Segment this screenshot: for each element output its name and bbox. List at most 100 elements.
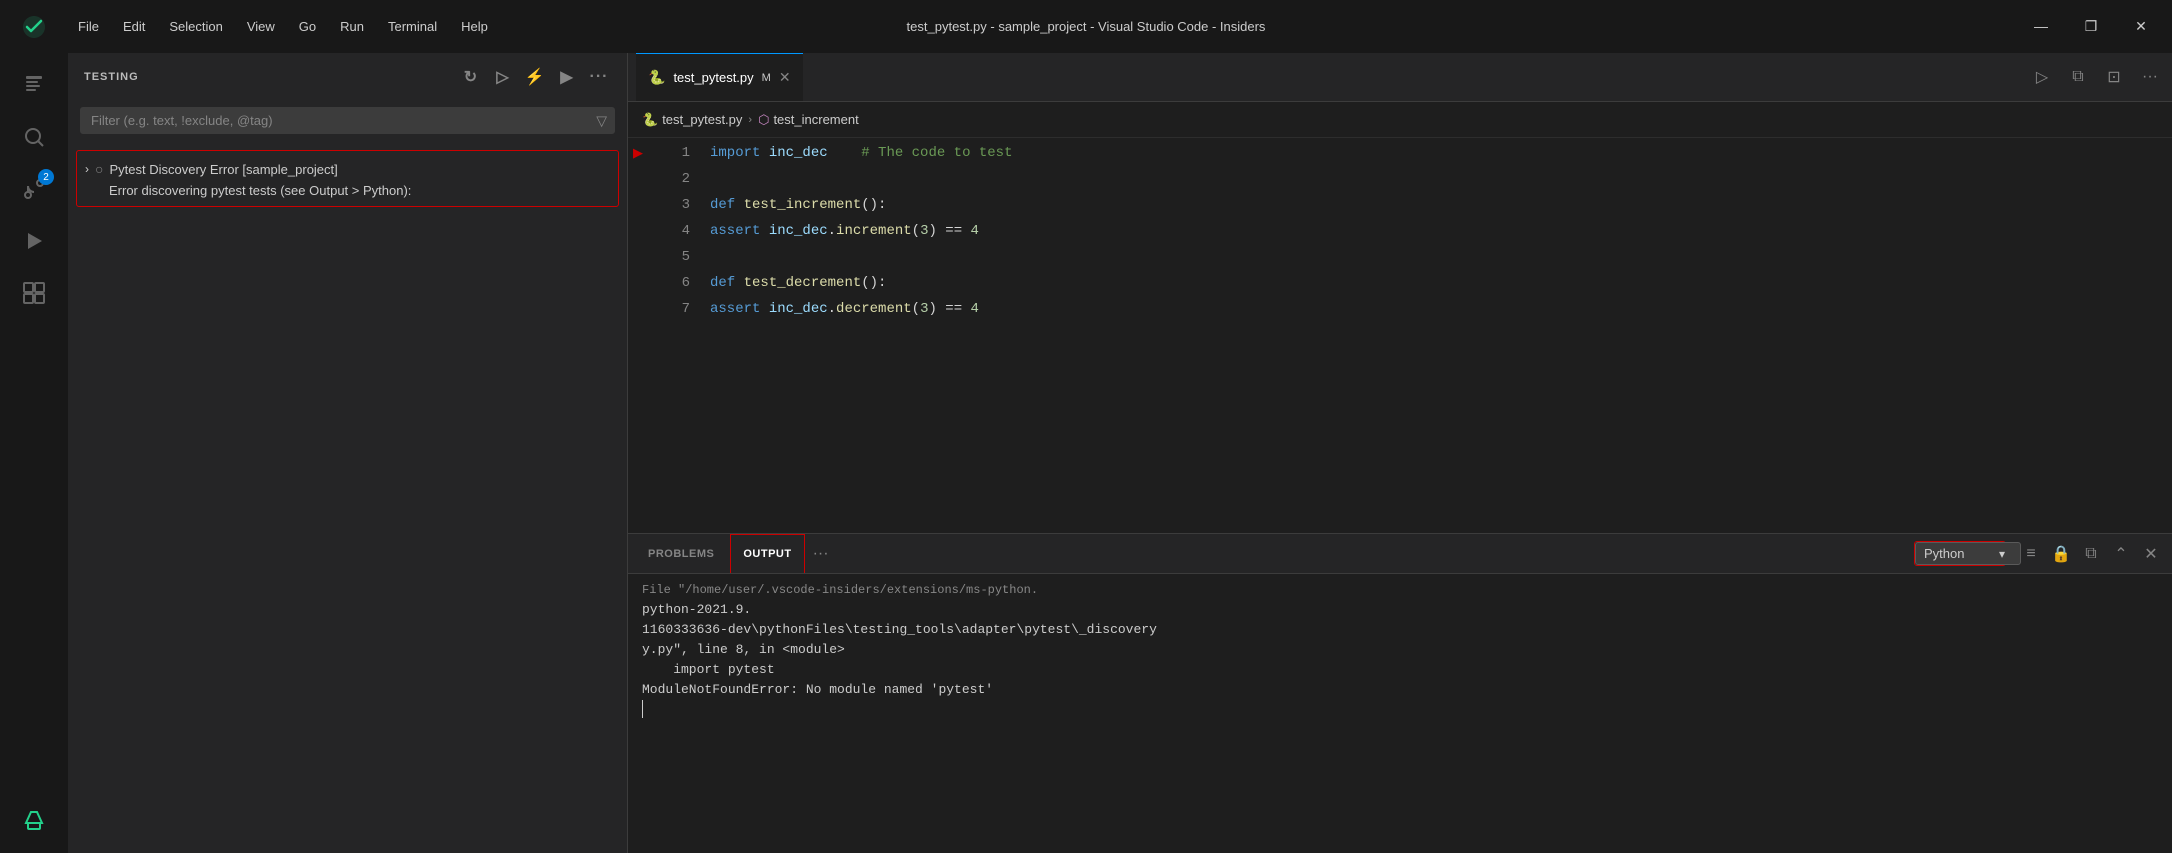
line-num-6: 6: [648, 270, 690, 296]
sidebar-testing: TESTING ↻ ▷ ⚡ ▶ ··· ▽ › ○ Pytest Discove…: [68, 53, 628, 853]
panel-clear-button[interactable]: ≡: [2018, 541, 2044, 567]
panel-close-button[interactable]: ✕: [2138, 541, 2164, 567]
panel-output-content: File "/home/user/.vscode-insiders/extens…: [628, 574, 2172, 853]
source-control-badge: 2: [38, 169, 54, 185]
tab-test-pytest[interactable]: 🐍 test_pytest.py M ✕: [636, 53, 803, 101]
test-error-item[interactable]: › ○ Pytest Discovery Error [sample_proje…: [77, 157, 618, 181]
test-tree: › ○ Pytest Discovery Error [sample_proje…: [68, 140, 627, 853]
activity-run-debug[interactable]: [10, 217, 58, 265]
gutter-line-2: [628, 166, 648, 192]
tab-close-button[interactable]: ✕: [779, 69, 791, 86]
sidebar-actions: ↻ ▷ ⚡ ▶ ···: [459, 65, 611, 89]
tab-output[interactable]: OUTPUT: [730, 534, 804, 573]
activity-extensions[interactable]: [10, 269, 58, 317]
tab-filename: test_pytest.py: [673, 70, 753, 85]
menu-edit[interactable]: Edit: [113, 15, 155, 38]
app-logo: [16, 9, 52, 45]
debug-tests-button[interactable]: ⚡: [523, 65, 547, 89]
more-actions-button[interactable]: ···: [587, 65, 611, 89]
activity-testing[interactable]: [10, 797, 58, 845]
breadcrumb-separator: ›: [748, 114, 752, 126]
code-line-3: def test_increment():: [710, 192, 2172, 218]
refresh-tests-button[interactable]: ↻: [459, 65, 483, 89]
code-line-4: assert inc_dec.increment(3) == 4: [710, 218, 2172, 244]
split-editor-button[interactable]: ⧉: [2064, 63, 2092, 91]
code-editor[interactable]: ▶ 1 2 3 4 5 6 7: [628, 138, 2172, 533]
editor-area: 🐍 test_pytest.py M ✕ ▷ ⧉ ⊡ ··· 🐍 test_py…: [628, 53, 2172, 853]
test-status-icon: ○: [95, 161, 103, 177]
code-content: ▶ 1 2 3 4 5 6 7: [628, 138, 2172, 533]
filter-icon: ▽: [596, 112, 607, 129]
tab-bar-actions: ▷ ⧉ ⊡ ···: [2028, 63, 2164, 91]
gutter-area: ▶: [628, 138, 648, 533]
filter-bar: ▽: [80, 107, 615, 134]
menu-file[interactable]: File: [68, 15, 109, 38]
line-num-5: 5: [648, 244, 690, 270]
output-cursor-line: [642, 700, 651, 718]
line-num-1: 1: [648, 140, 690, 166]
line-num-4: 4: [648, 218, 690, 244]
panel-open-button[interactable]: ⧉: [2078, 541, 2104, 567]
window-title: test_pytest.py - sample_project - Visual…: [907, 19, 1266, 34]
tab-file-icon: 🐍: [648, 69, 665, 86]
activity-bar: 2: [0, 53, 68, 853]
output-line-4: y.py", line 8, in <module>: [642, 640, 2158, 660]
panel-actions: ≡ 🔒 ⧉ ⌃ ✕: [2018, 541, 2164, 567]
tab-modified-indicator: M: [762, 72, 771, 84]
line-num-7: 7: [648, 296, 690, 322]
menu-view[interactable]: View: [237, 15, 285, 38]
breadcrumb: 🐍 test_pytest.py › ⬡ test_increment: [628, 102, 2172, 138]
panel: PROBLEMS OUTPUT ··· Python Extension Hos…: [628, 533, 2172, 853]
test-error-group: › ○ Pytest Discovery Error [sample_proje…: [76, 150, 619, 207]
activity-source-control[interactable]: 2: [10, 165, 58, 213]
filter-input[interactable]: [80, 107, 615, 134]
menu-help[interactable]: Help: [451, 15, 498, 38]
code-line-2: [710, 166, 2172, 192]
activity-search[interactable]: [10, 113, 58, 161]
output-line-1: File "/home/user/.vscode-insiders/extens…: [642, 580, 2158, 600]
code-line-6: def test_decrement():: [710, 270, 2172, 296]
window-controls: — ❐ ✕: [2026, 18, 2156, 35]
panel-tab-bar: PROBLEMS OUTPUT ··· Python Extension Hos…: [628, 534, 2172, 574]
panel-collapse-button[interactable]: ⌃: [2108, 541, 2134, 567]
tab-more-button[interactable]: ···: [2136, 63, 2164, 91]
gutter-line-3: [628, 192, 648, 218]
menu-terminal[interactable]: Terminal: [378, 15, 447, 38]
gutter-line-6: [628, 270, 648, 296]
code-line-1: import inc_dec # The code to test: [710, 140, 2172, 166]
gutter-line-5: [628, 244, 648, 270]
output-line-5: import pytest: [642, 660, 2158, 680]
line-num-2: 2: [648, 166, 690, 192]
menu-go[interactable]: Go: [289, 15, 326, 38]
minimize-button[interactable]: —: [2026, 18, 2056, 35]
panel-lock-button[interactable]: 🔒: [2048, 541, 2074, 567]
run-all-tests-button[interactable]: ▷: [491, 65, 515, 89]
test-error-label: Pytest Discovery Error [sample_project]: [109, 162, 337, 177]
breadcrumb-function[interactable]: ⬡ test_increment: [758, 112, 859, 128]
output-line-2: python-2021.9.: [642, 600, 2158, 620]
tab-problems[interactable]: PROBLEMS: [636, 534, 726, 573]
line-numbers: 1 2 3 4 5 6 7: [648, 138, 698, 533]
code-line-7: assert inc_dec.decrement(3) == 4: [710, 296, 2172, 322]
run-file-button[interactable]: ▷: [2028, 63, 2056, 91]
panel-channel-selector-area: Python Extension Host Git ▾: [1914, 541, 2006, 566]
output-channel-select[interactable]: Python Extension Host Git: [1915, 542, 2021, 565]
sidebar-title: TESTING ↻ ▷ ⚡ ▶ ···: [68, 53, 627, 101]
test-error-message: Error discovering pytest tests (see Outp…: [77, 181, 618, 200]
output-line-3: 1160333636-dev\pythonFiles\testing_tools…: [642, 620, 2158, 640]
run-in-terminal-button[interactable]: ▶: [555, 65, 579, 89]
line-num-3: 3: [648, 192, 690, 218]
close-button[interactable]: ✕: [2126, 18, 2156, 35]
toggle-panel-button[interactable]: ⊡: [2100, 63, 2128, 91]
output-line-6: ModuleNotFoundError: No module named 'py…: [642, 680, 2158, 700]
menu-run[interactable]: Run: [330, 15, 374, 38]
panel-more-tabs[interactable]: ···: [809, 545, 833, 563]
gutter-line-1: ▶: [628, 140, 648, 166]
breadcrumb-file[interactable]: 🐍 test_pytest.py: [642, 112, 742, 128]
menu-bar: File Edit Selection View Go Run Terminal…: [68, 15, 498, 38]
activity-explorer[interactable]: [10, 61, 58, 109]
code-lines: import inc_dec # The code to test def te…: [698, 138, 2172, 533]
breadcrumb-file-icon: 🐍: [642, 112, 658, 128]
menu-selection[interactable]: Selection: [159, 15, 232, 38]
maximize-button[interactable]: ❐: [2076, 18, 2106, 35]
